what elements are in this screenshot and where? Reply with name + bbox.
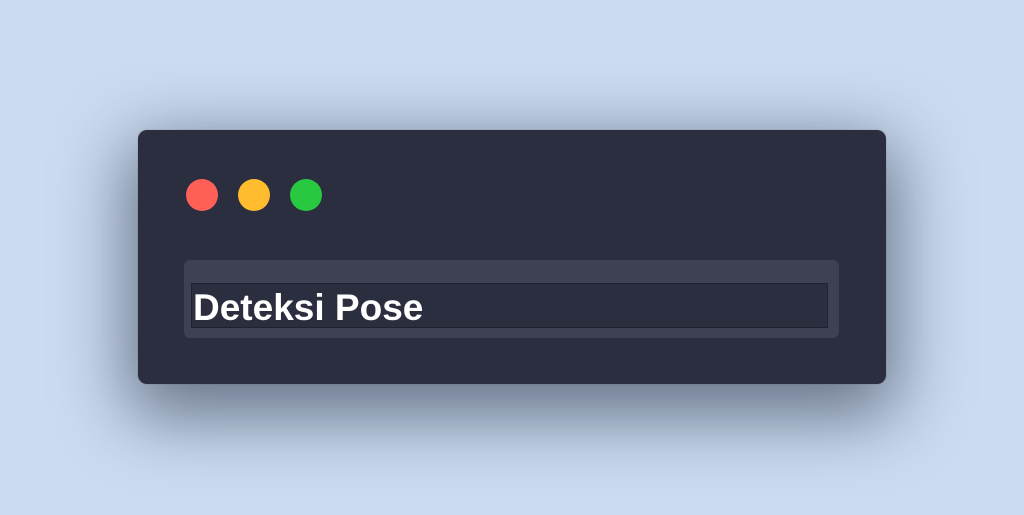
window-controls [186, 179, 322, 211]
zoom-button[interactable] [290, 179, 322, 211]
close-button[interactable] [186, 179, 218, 211]
app-window: Deteksi Pose [138, 130, 886, 384]
minimize-button[interactable] [238, 179, 270, 211]
title-container: Deteksi Pose [184, 260, 839, 338]
title-field: Deteksi Pose [191, 283, 828, 328]
window-title: Deteksi Pose [193, 287, 424, 328]
